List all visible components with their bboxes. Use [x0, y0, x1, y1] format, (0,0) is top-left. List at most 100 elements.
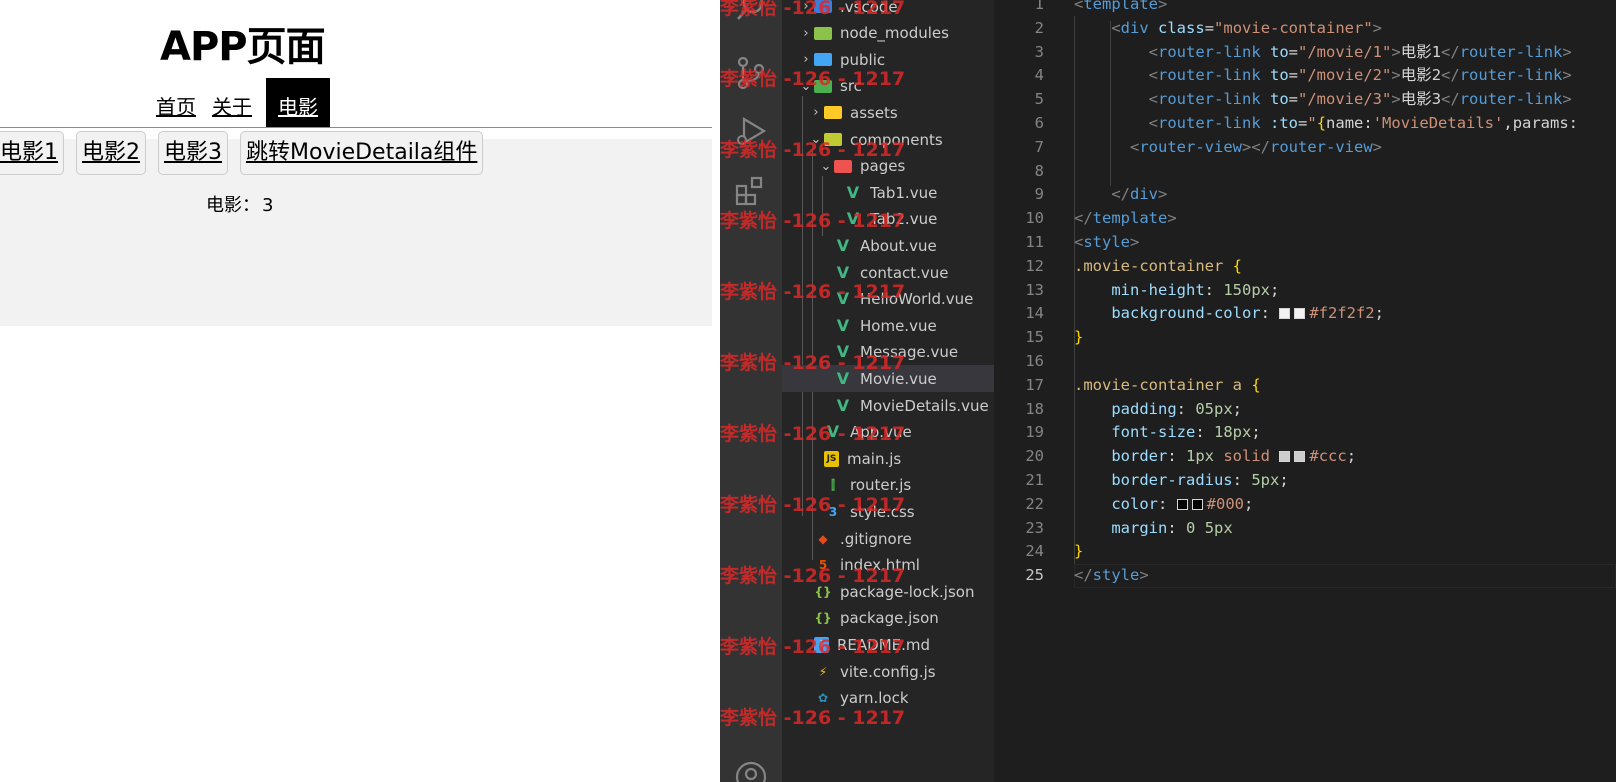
code-line[interactable]: 7 <router-view></router-view> — [994, 136, 1616, 160]
color-swatch-icon[interactable] — [1279, 308, 1291, 320]
code-line[interactable]: 10 </template> — [994, 207, 1616, 231]
explorer-item[interactable]: V Tab1.vue — [782, 179, 994, 206]
movie-link-4[interactable]: 跳转MovieDetaila组件 — [240, 131, 484, 175]
explorer-item[interactable]: 5 index.html — [782, 552, 994, 579]
code-line[interactable]: 20 border: 1px solid #ccc; — [994, 445, 1616, 469]
code-line[interactable]: 11 <style> — [994, 231, 1616, 255]
code-line[interactable]: 18 padding: 05px; — [994, 398, 1616, 422]
source-control-icon[interactable] — [734, 56, 768, 90]
line-number: 5 — [1034, 90, 1044, 109]
explorer-item[interactable]: V Tab2.vue — [782, 206, 994, 233]
account-icon[interactable] — [734, 760, 768, 782]
code-editor[interactable]: 1 <template> 2 <div class="movie-container… — [994, 0, 1616, 782]
explorer-item[interactable]: V HelloWorld.vue — [782, 286, 994, 313]
code-text: .movie-container a { — [1074, 374, 1261, 398]
explorer-item-label: router.js — [850, 476, 912, 495]
code-line[interactable]: 23 margin: 0 5px — [994, 517, 1616, 541]
explorer-item[interactable]: V About.vue — [782, 232, 994, 259]
code-line[interactable]: 19 font-size: 18px; — [994, 421, 1616, 445]
router-file-icon: ⫿ — [831, 478, 835, 493]
explorer-item[interactable]: {} package-lock.json — [782, 578, 994, 605]
color-swatch-icon[interactable] — [1294, 308, 1306, 320]
code-line[interactable]: 12 .movie-container { — [994, 255, 1616, 279]
code-line[interactable]: 5 <router-link to="/movie/3">电影3</router… — [994, 88, 1616, 112]
nav-link-1[interactable]: 关于 — [204, 78, 260, 128]
code-line[interactable]: 24} — [994, 540, 1616, 564]
explorer-item[interactable]: ⫿ router.js — [782, 472, 994, 499]
explorer-item[interactable]: V App.vue — [782, 419, 994, 446]
code-token: { — [1232, 256, 1242, 275]
code-line[interactable]: 15} — [994, 326, 1616, 350]
explorer-item[interactable]: i README.md — [782, 631, 994, 658]
nav-link-2[interactable]: 电影 — [266, 78, 330, 128]
code-text: <router-view></router-view> — [1074, 136, 1382, 160]
code-line[interactable]: 6 <router-link :to="{name:'MovieDetails'… — [994, 112, 1616, 136]
explorer-item[interactable]: › public — [782, 46, 994, 73]
explorer-item-label: README.md — [837, 635, 931, 654]
nav-link-0[interactable]: 首页 — [148, 78, 204, 128]
code-line[interactable]: 9 </div> — [994, 183, 1616, 207]
code-line[interactable]: 1 <template> — [994, 0, 1616, 17]
explorer-item[interactable]: › .vscode — [782, 0, 994, 20]
extensions-icon[interactable] — [734, 174, 768, 208]
code-line[interactable]: 2 <div class="movie-container"> — [994, 17, 1616, 41]
git-file-icon: ◆ — [818, 531, 828, 546]
code-line[interactable]: 3 <router-link to="/movie/1">电影1</router… — [994, 41, 1616, 65]
explorer-item[interactable]: ◆ .gitignore — [782, 525, 994, 552]
code-line[interactable]: 14 background-color: #f2f2f2; — [994, 302, 1616, 326]
code-line[interactable]: 4 <router-link to="/movie/2">电影2</router… — [994, 64, 1616, 88]
browser-app-pane: APP页面 首页 关于 电影 电影1 电影2 电影3 跳转MovieDetaila组件 电… — [0, 0, 720, 782]
code-line[interactable]: 13 min-height: 150px; — [994, 279, 1616, 303]
explorer-item-label: package-lock.json — [840, 582, 975, 601]
color-swatch-icon[interactable] — [1279, 451, 1291, 463]
code-token: 电影2 — [1400, 66, 1442, 85]
explorer-item[interactable]: JS main.js — [782, 445, 994, 472]
code-token: } — [1074, 328, 1084, 347]
code-token: 0 — [1186, 518, 1196, 537]
code-text: <router-link to="/movie/1">电影1</router-l… — [1074, 41, 1572, 65]
code-token: #f2f2f2 — [1309, 304, 1375, 323]
explorer-item[interactable]: Vcontact.vue — [782, 259, 994, 286]
explorer-item[interactable]: ⌄ components — [782, 126, 994, 153]
movie-link-3[interactable]: 电影3 — [158, 131, 228, 175]
explorer-item[interactable]: V Home.vue — [782, 312, 994, 339]
code-line[interactable]: 25 </style> — [994, 564, 1616, 588]
color-swatch-icon[interactable] — [1294, 451, 1306, 463]
vue-file-icon: V — [846, 182, 860, 202]
movie-link-1[interactable]: 电影1 — [0, 131, 64, 175]
line-number: 20 — [1025, 447, 1044, 466]
explorer-item[interactable]: 3 style.css — [782, 498, 994, 525]
explorer-item[interactable]: ⚡ vite.config.js — [782, 658, 994, 685]
color-swatch-icon[interactable] — [1191, 498, 1203, 510]
explorer-item[interactable]: ⌄ pages — [782, 153, 994, 180]
code-text: </template> — [1074, 207, 1177, 231]
run-debug-icon[interactable] — [734, 114, 768, 148]
code-token: ; — [1251, 423, 1261, 442]
explorer-item[interactable]: {} package.json — [782, 605, 994, 632]
explorer-item-label: node_modules — [840, 24, 949, 43]
code-line[interactable]: 21 border-radius: 5px; — [994, 469, 1616, 493]
code-line[interactable]: 17 .movie-container a { — [994, 374, 1616, 398]
color-swatch-icon[interactable] — [1176, 498, 1188, 510]
explorer-item[interactable]: V MovieDetails.vue — [782, 392, 994, 419]
code-line[interactable]: 16 — [994, 350, 1616, 374]
explorer-item[interactable]: V Message.vue — [782, 339, 994, 366]
explorer-item[interactable]: › node_modules — [782, 20, 994, 47]
explorer-item[interactable]: ✿ yarn.lock — [782, 685, 994, 712]
movie-link-2[interactable]: 电影2 — [76, 131, 146, 175]
code-token: } — [1074, 542, 1084, 561]
code-line[interactable]: 22 color: #000; — [994, 493, 1616, 517]
code-token: #ccc — [1309, 447, 1347, 466]
vue-file-icon: V — [836, 262, 850, 282]
search-icon[interactable] — [734, 0, 768, 24]
vscode-window: › .vscode › node_modules › public ⌄ src › assets ⌄… — [720, 0, 1616, 782]
code-line[interactable]: 8 — [994, 160, 1616, 184]
explorer-item[interactable]: V Movie.vue — [782, 365, 994, 393]
explorer-item[interactable]: › assets — [782, 99, 994, 126]
code-token: name: — [1326, 114, 1373, 132]
explorer-item[interactable]: ⌄ src — [782, 73, 994, 100]
css-file-icon: 3 — [828, 504, 838, 519]
